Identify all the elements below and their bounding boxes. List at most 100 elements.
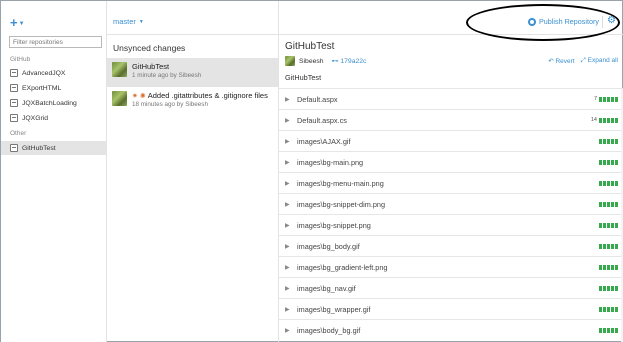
diff-stat [597, 159, 618, 165]
commit-heading: GitHubTest [285, 41, 335, 52]
file-row[interactable]: ▶ images\bg-menu-main.png [279, 172, 623, 193]
file-name: images\bg_gradient-left.png [297, 262, 388, 272]
additions-bar [599, 243, 618, 249]
repo-icon [10, 114, 18, 122]
chevron-right-icon[interactable]: ▶ [285, 180, 297, 187]
commit-title: GitHubTest [132, 62, 170, 71]
plus-icon: + [10, 15, 18, 30]
commit-item[interactable]: ✷ ✺ Added .gitattributes & .gitignore fi… [107, 87, 278, 116]
file-row[interactable]: ▶ images\AJAX.gif [279, 130, 623, 151]
sidebar-item-exporthtml[interactable]: EXportHTML [1, 81, 106, 95]
chevron-right-icon[interactable]: ▶ [285, 327, 297, 334]
revert-label: Revert [555, 58, 575, 65]
diff-stat [597, 264, 618, 270]
chevron-right-icon[interactable]: ▶ [285, 243, 297, 250]
commit-description: GitHubTest [285, 73, 322, 82]
file-name: images\bg_wrapper.gif [297, 304, 371, 314]
sidebar-item-jqxbatchloading[interactable]: JQXBatchLoading [1, 96, 106, 110]
commit-sha: 179a22c [340, 57, 367, 65]
expand-label: Expand all [587, 57, 618, 64]
diff-stat [597, 306, 618, 312]
sidebar-item-advancedjqx[interactable]: AdvancedJQX [1, 66, 106, 80]
history-pane: master ▼ Unsynced changes GitHubTest 1 m… [107, 1, 279, 342]
diff-stat [597, 180, 618, 186]
commit-item[interactable]: GitHubTest 1 minute ago by Sibeesh [107, 58, 278, 87]
file-row[interactable]: ▶ images\bg-main.png [279, 151, 623, 172]
repo-icon [10, 99, 18, 107]
sidebar-item-label: JQXGrid [22, 114, 49, 122]
group-label-github: GitHub [10, 56, 31, 63]
commit-title: Added .gitattributes & .gitignore files [147, 91, 268, 100]
changed-files-list: ▶ Default.aspx 7 ▶ Default.aspx.cs 14 ▶ images\… [279, 88, 623, 340]
annotation-oval [466, 4, 620, 41]
file-name: images\bg_nav.gif [297, 283, 356, 293]
repo-icon [10, 69, 18, 77]
author-name: Sibeesh [299, 57, 324, 65]
add-repository-button[interactable]: + ▼ [10, 15, 25, 30]
commit-meta: 18 minutes ago by Sibeesh [132, 101, 208, 108]
revert-button[interactable]: ↶ Revert [548, 57, 574, 65]
sidebar-item-label: EXportHTML [22, 84, 62, 92]
additions-bar [599, 327, 618, 333]
file-row[interactable]: ▶ images\bg_gradient-left.png [279, 256, 623, 277]
file-row[interactable]: ▶ images\bg_body.gif [279, 235, 623, 256]
sidebar-item-jqxgrid[interactable]: JQXGrid [1, 111, 106, 125]
diff-stat [597, 138, 618, 144]
sidebar-item-githubtest[interactable]: GitHubTest [1, 141, 106, 155]
chevron-right-icon[interactable]: ▶ [285, 306, 297, 313]
commit-meta: 1 minute ago by Sibeesh [132, 72, 202, 79]
additions-bar [599, 285, 618, 291]
chevron-right-icon[interactable]: ▶ [285, 117, 297, 124]
file-row[interactable]: ▶ images\bg_nav.gif [279, 277, 623, 298]
chevron-right-icon[interactable]: ▶ [285, 96, 297, 103]
chevron-right-icon[interactable]: ▶ [285, 264, 297, 271]
file-row[interactable]: ▶ images\bg_wrapper.gif [279, 298, 623, 319]
commit-actions: ↶ Revert ⤢ Expand all [548, 57, 618, 65]
additions-bar [599, 264, 618, 270]
expand-all-button[interactable]: ⤢ Expand all [581, 57, 618, 65]
file-row[interactable]: ▶ images\bg-snippet.png [279, 214, 623, 235]
additions-bar [599, 306, 618, 312]
diff-stat [597, 222, 618, 228]
chevron-right-icon[interactable]: ▶ [285, 138, 297, 145]
branch-selector[interactable]: master ▼ [113, 17, 144, 26]
additions-bar [599, 201, 618, 207]
additions-bar [599, 138, 618, 144]
chevron-right-icon[interactable]: ▶ [285, 285, 297, 292]
branch-name: master [113, 17, 136, 26]
file-name: images\bg-snippet-dim.png [297, 199, 386, 209]
avatar [285, 56, 295, 66]
file-row[interactable]: ▶ images\bg-snippet-dim.png [279, 193, 623, 214]
filter-repositories-input[interactable] [9, 36, 102, 48]
commit-sha-link[interactable]: ⊷ 179a22c [331, 57, 367, 66]
avatar [112, 62, 127, 77]
file-name: images\bg-menu-main.png [297, 178, 384, 188]
sidebar-item-label: GitHubTest [22, 144, 56, 152]
repository-sidebar: + ▼ GitHub AdvancedJQX EXportHTML JQXBat… [1, 1, 107, 342]
file-row[interactable]: ▶ Default.aspx 7 [279, 88, 623, 109]
sidebar-item-label: AdvancedJQX [22, 69, 66, 77]
additions-bar [599, 159, 618, 165]
commit-title-row: ✷ ✺ Added .gitattributes & .gitignore fi… [132, 91, 268, 100]
commit-detail-pane: Publish Repository ⚙ GitHubTest Sibeesh … [279, 1, 623, 342]
chevron-right-icon[interactable]: ▶ [285, 222, 297, 229]
additions-bar [599, 96, 618, 102]
file-name: Default.aspx [297, 94, 338, 104]
chevron-right-icon[interactable]: ▶ [285, 201, 297, 208]
file-name: Default.aspx.cs [297, 115, 347, 125]
file-name: images\bg-snippet.png [297, 220, 371, 230]
diff-stat: 14 [591, 117, 618, 123]
repo-icon [10, 144, 18, 152]
repo-icon [10, 84, 18, 92]
chevron-right-icon[interactable]: ▶ [285, 159, 297, 166]
group-label-other: Other [10, 130, 27, 137]
file-name: images\AJAX.gif [297, 136, 351, 146]
file-row[interactable]: ▶ images\body_bg.gif [279, 319, 623, 340]
tada-icon: ✺ [139, 92, 146, 100]
unsynced-heading: Unsynced changes [113, 43, 186, 53]
file-row[interactable]: ▶ Default.aspx.cs 14 [279, 109, 623, 130]
commit-icon: ⊷ [331, 58, 339, 65]
avatar [112, 91, 127, 106]
diff-stat [597, 243, 618, 249]
app-window: + ▼ GitHub AdvancedJQX EXportHTML JQXBat… [0, 0, 623, 342]
